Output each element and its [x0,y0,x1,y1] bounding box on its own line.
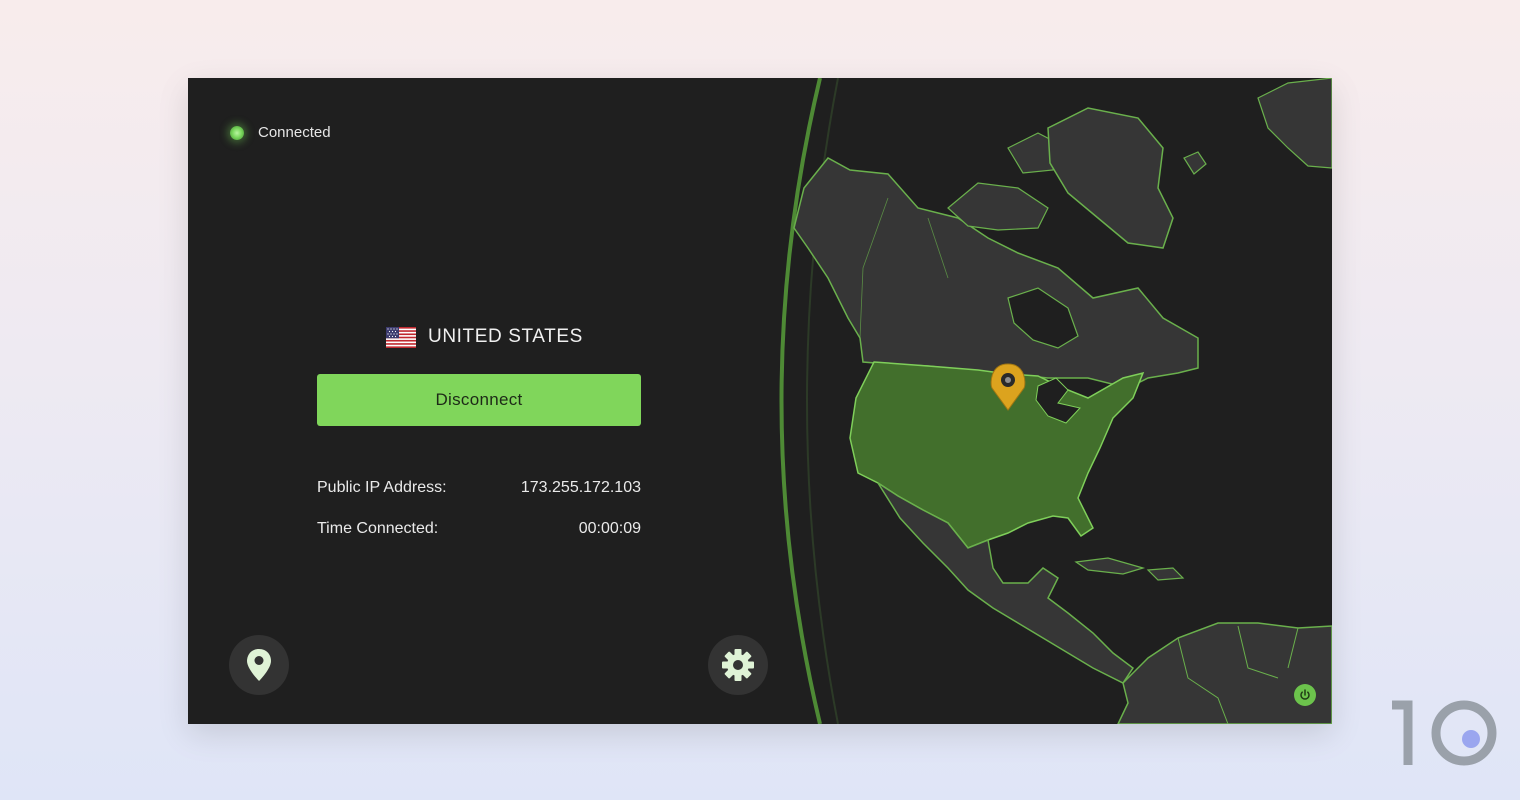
iceland [1183,151,1207,175]
screenshot-frame: Connected UNITED STATES Disconnect Publi… [0,0,1520,800]
settings-button[interactable] [708,635,768,695]
status-label: Connected [258,124,331,141]
watermark-logo [1392,700,1497,766]
cuba [1074,557,1146,575]
us-flag-icon [386,326,416,348]
disconnect-button[interactable]: Disconnect [317,374,641,426]
connection-status: Connected [230,124,331,141]
greenland [1047,107,1174,249]
gear-icon [722,649,754,681]
power-icon [1300,689,1310,700]
power-button[interactable] [1294,684,1316,706]
vpn-app-window: Connected UNITED STATES Disconnect Publi… [188,78,1332,724]
time-connected-row: Time Connected: 00:00:09 [317,520,641,538]
selected-server: UNITED STATES [386,326,583,348]
map-pin-icon [247,649,271,681]
time-connected-label: Time Connected: [317,520,439,537]
europe-coast [1257,78,1332,169]
status-indicator-icon [230,125,244,140]
public-ip-row: Public IP Address: 173.255.172.103 [317,479,641,497]
country-name: UNITED STATES [428,326,583,347]
location-button[interactable] [229,635,289,695]
south-america [1117,622,1332,724]
hispaniola [1146,567,1185,581]
public-ip-value: 173.255.172.103 [520,479,641,496]
public-ip-label: Public IP Address: [317,479,447,496]
time-connected-value: 00:00:09 [578,520,641,537]
